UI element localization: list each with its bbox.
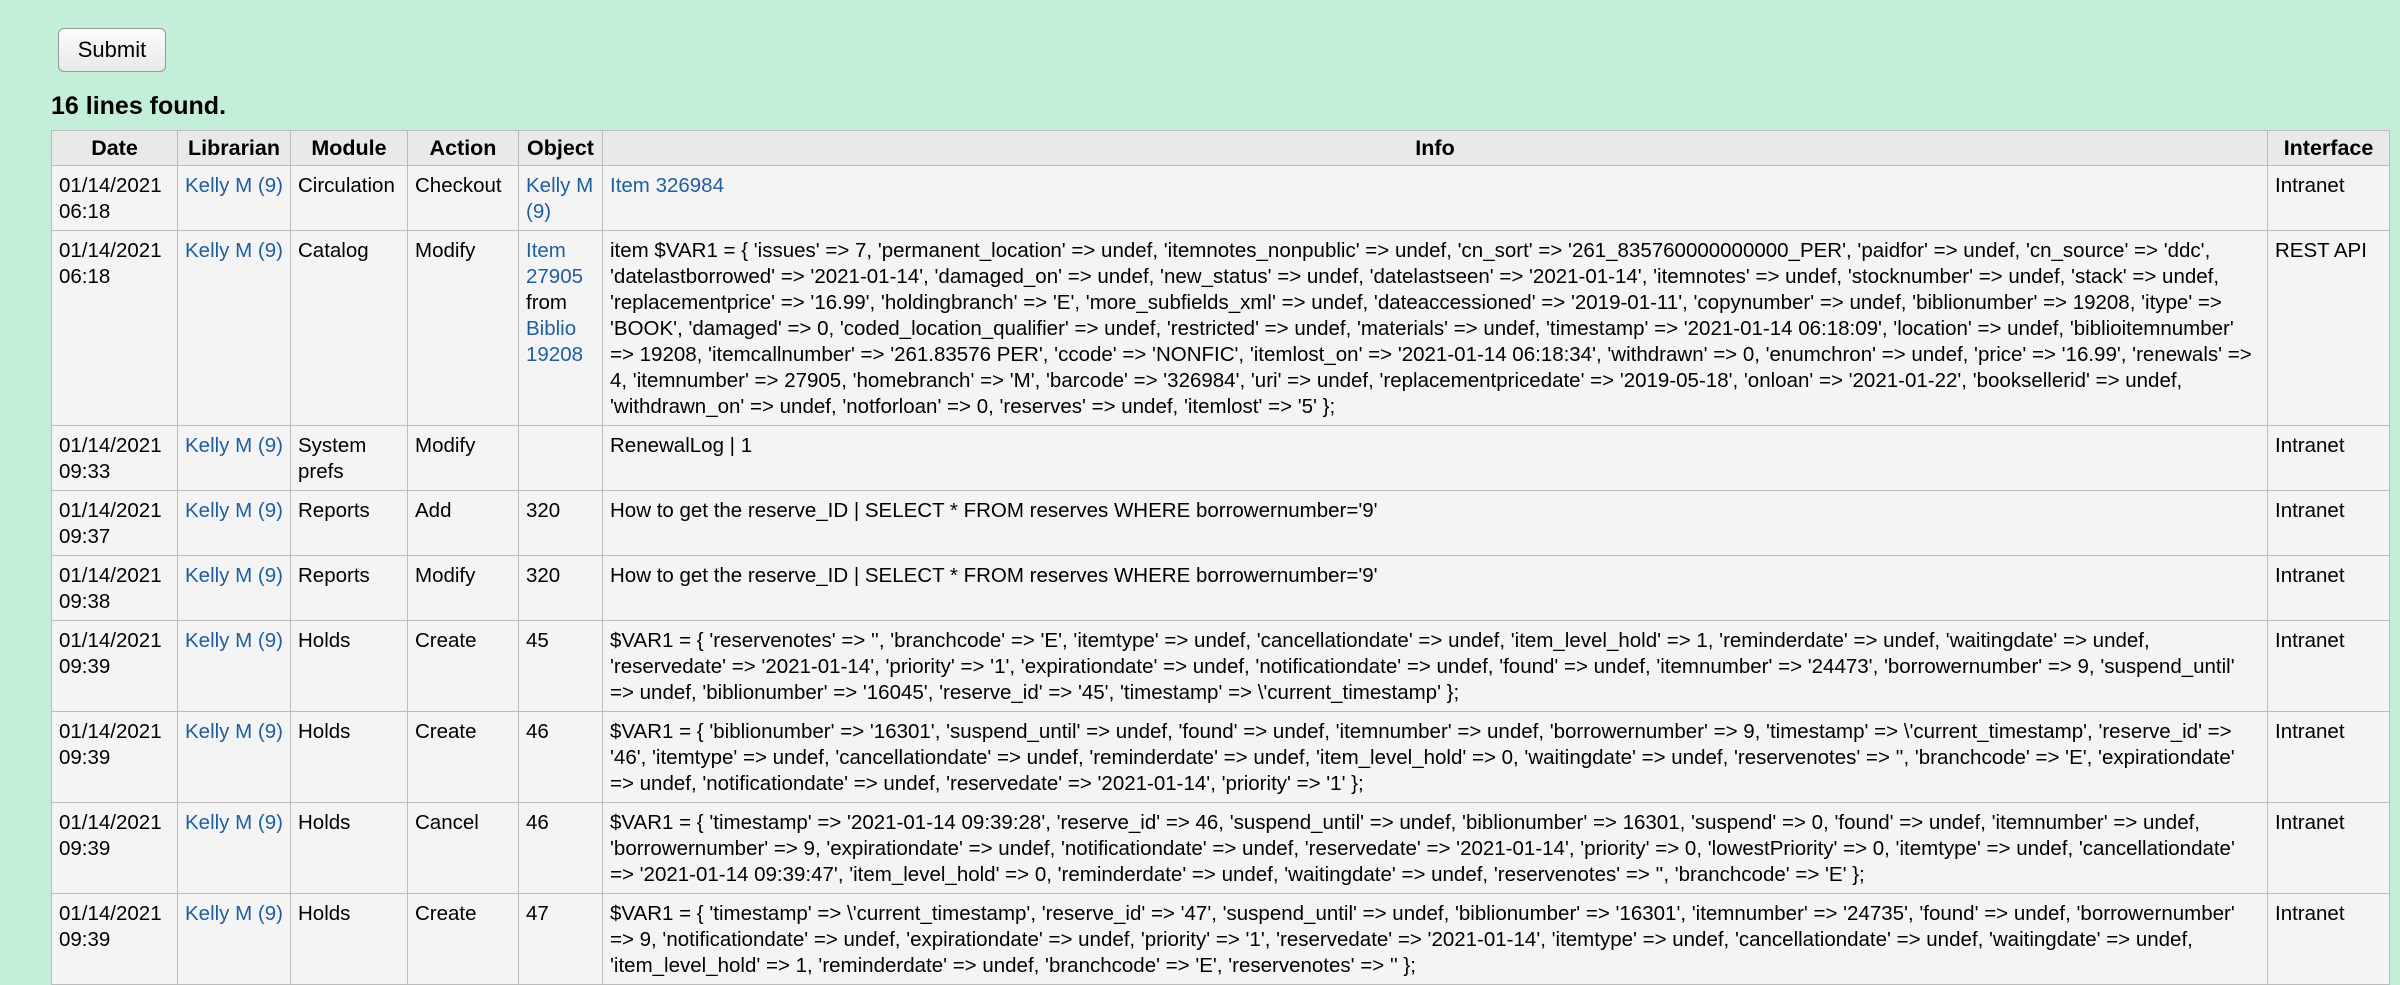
cell-librarian: Kelly M (9) xyxy=(177,711,291,803)
cell-action: Create xyxy=(407,711,519,803)
librarian-link[interactable]: Kelly M (9) xyxy=(185,239,283,262)
cell-interface: Intranet xyxy=(2267,490,2390,556)
librarian-link[interactable]: Kelly M (9) xyxy=(185,434,283,457)
cell-action: Modify xyxy=(407,425,519,491)
cell-librarian: Kelly M (9) xyxy=(177,490,291,556)
cell-librarian: Kelly M (9) xyxy=(177,230,291,426)
cell-date: 01/14/2021 09:39 xyxy=(51,620,178,712)
column-header-date[interactable]: Date xyxy=(51,130,178,166)
column-header-info[interactable]: Info xyxy=(602,130,2268,166)
column-header-interface[interactable]: Interface xyxy=(2267,130,2390,166)
cell-action: Create xyxy=(407,893,519,985)
cell-object: Kelly M (9) xyxy=(518,165,603,231)
action-log-table: Date Librarian Module Action Object Info… xyxy=(51,130,2390,985)
cell-action: Cancel xyxy=(407,802,519,894)
cell-date: 01/14/2021 09:38 xyxy=(51,555,178,621)
cell-object xyxy=(518,425,603,491)
cell-info: item $VAR1 = { 'issues' => 7, 'permanent… xyxy=(602,230,2268,426)
cell-action: Modify xyxy=(407,555,519,621)
column-header-object[interactable]: Object xyxy=(518,130,603,166)
cell-interface: Intranet xyxy=(2267,555,2390,621)
cell-module: Holds xyxy=(290,620,408,712)
table-row: 01/14/2021 09:39 Kelly M (9) Holds Creat… xyxy=(51,893,2390,985)
table-row: 01/14/2021 09:38 Kelly M (9) Reports Mod… xyxy=(51,555,2390,621)
table-row: 01/14/2021 09:39 Kelly M (9) Holds Creat… xyxy=(51,711,2390,803)
cell-date: 01/14/2021 09:39 xyxy=(51,802,178,894)
cell-date: 01/14/2021 09:33 xyxy=(51,425,178,491)
object-item-link[interactable]: Item 27905 xyxy=(526,239,583,288)
cell-interface: Intranet xyxy=(2267,893,2390,985)
table-row: 01/14/2021 06:18 Kelly M (9) Circulation… xyxy=(51,165,2390,231)
table-header-row: Date Librarian Module Action Object Info… xyxy=(51,130,2390,166)
object-from-label: from xyxy=(526,291,567,314)
cell-object: 47 xyxy=(518,893,603,985)
cell-action: Checkout xyxy=(407,165,519,231)
column-header-librarian[interactable]: Librarian xyxy=(177,130,291,166)
cell-module: Holds xyxy=(290,802,408,894)
cell-object: 320 xyxy=(518,555,603,621)
cell-librarian: Kelly M (9) xyxy=(177,802,291,894)
cell-object: 320 xyxy=(518,490,603,556)
cell-date: 01/14/2021 06:18 xyxy=(51,165,178,231)
librarian-link[interactable]: Kelly M (9) xyxy=(185,499,283,522)
object-patron-link[interactable]: Kelly M (9) xyxy=(526,174,593,223)
cell-object: Item 27905 from Biblio 19208 xyxy=(518,230,603,426)
cell-interface: Intranet xyxy=(2267,711,2390,803)
cell-module: Catalog xyxy=(290,230,408,426)
submit-button[interactable]: Submit xyxy=(58,28,166,72)
cell-interface: Intranet xyxy=(2267,620,2390,712)
cell-date: 01/14/2021 09:39 xyxy=(51,893,178,985)
cell-date: 01/14/2021 09:37 xyxy=(51,490,178,556)
cell-librarian: Kelly M (9) xyxy=(177,425,291,491)
cell-librarian: Kelly M (9) xyxy=(177,620,291,712)
cell-object: 46 xyxy=(518,802,603,894)
cell-module: Reports xyxy=(290,555,408,621)
cell-interface: REST API xyxy=(2267,230,2390,426)
column-header-module[interactable]: Module xyxy=(290,130,408,166)
librarian-link[interactable]: Kelly M (9) xyxy=(185,811,283,834)
cell-librarian: Kelly M (9) xyxy=(177,165,291,231)
cell-info: How to get the reserve_ID | SELECT * FRO… xyxy=(602,555,2268,621)
cell-module: Reports xyxy=(290,490,408,556)
cell-object: 45 xyxy=(518,620,603,712)
cell-action: Create xyxy=(407,620,519,712)
librarian-link[interactable]: Kelly M (9) xyxy=(185,902,283,925)
cell-info: $VAR1 = { 'reservenotes' => '', 'branchc… xyxy=(602,620,2268,712)
librarian-link[interactable]: Kelly M (9) xyxy=(185,564,283,587)
info-item-link[interactable]: Item 326984 xyxy=(610,174,724,197)
librarian-link[interactable]: Kelly M (9) xyxy=(185,174,283,197)
librarian-link[interactable]: Kelly M (9) xyxy=(185,720,283,743)
cell-info: How to get the reserve_ID | SELECT * FRO… xyxy=(602,490,2268,556)
lines-found-count: 16 lines found. xyxy=(51,92,227,120)
object-biblio-link[interactable]: Biblio 19208 xyxy=(526,317,583,366)
cell-interface: Intranet xyxy=(2267,165,2390,231)
cell-interface: Intranet xyxy=(2267,802,2390,894)
cell-module: Circulation xyxy=(290,165,408,231)
table-row: 01/14/2021 09:39 Kelly M (9) Holds Creat… xyxy=(51,620,2390,712)
librarian-link[interactable]: Kelly M (9) xyxy=(185,629,283,652)
cell-module: Holds xyxy=(290,711,408,803)
cell-date: 01/14/2021 09:39 xyxy=(51,711,178,803)
cell-librarian: Kelly M (9) xyxy=(177,555,291,621)
cell-module: System prefs xyxy=(290,425,408,491)
cell-info: $VAR1 = { 'biblionumber' => '16301', 'su… xyxy=(602,711,2268,803)
cell-module: Holds xyxy=(290,893,408,985)
table-row: 01/14/2021 09:39 Kelly M (9) Holds Cance… xyxy=(51,802,2390,894)
table-row: 01/14/2021 09:37 Kelly M (9) Reports Add… xyxy=(51,490,2390,556)
cell-object: 46 xyxy=(518,711,603,803)
cell-info: Item 326984 xyxy=(602,165,2268,231)
cell-interface: Intranet xyxy=(2267,425,2390,491)
cell-info: $VAR1 = { 'timestamp' => '2021-01-14 09:… xyxy=(602,802,2268,894)
cell-info: RenewalLog | 1 xyxy=(602,425,2268,491)
table-row: 01/14/2021 09:33 Kelly M (9) System pref… xyxy=(51,425,2390,491)
cell-info: $VAR1 = { 'timestamp' => \'current_times… xyxy=(602,893,2268,985)
cell-librarian: Kelly M (9) xyxy=(177,893,291,985)
cell-date: 01/14/2021 06:18 xyxy=(51,230,178,426)
column-header-action[interactable]: Action xyxy=(407,130,519,166)
cell-action: Add xyxy=(407,490,519,556)
cell-action: Modify xyxy=(407,230,519,426)
table-row: 01/14/2021 06:18 Kelly M (9) Catalog Mod… xyxy=(51,230,2390,426)
